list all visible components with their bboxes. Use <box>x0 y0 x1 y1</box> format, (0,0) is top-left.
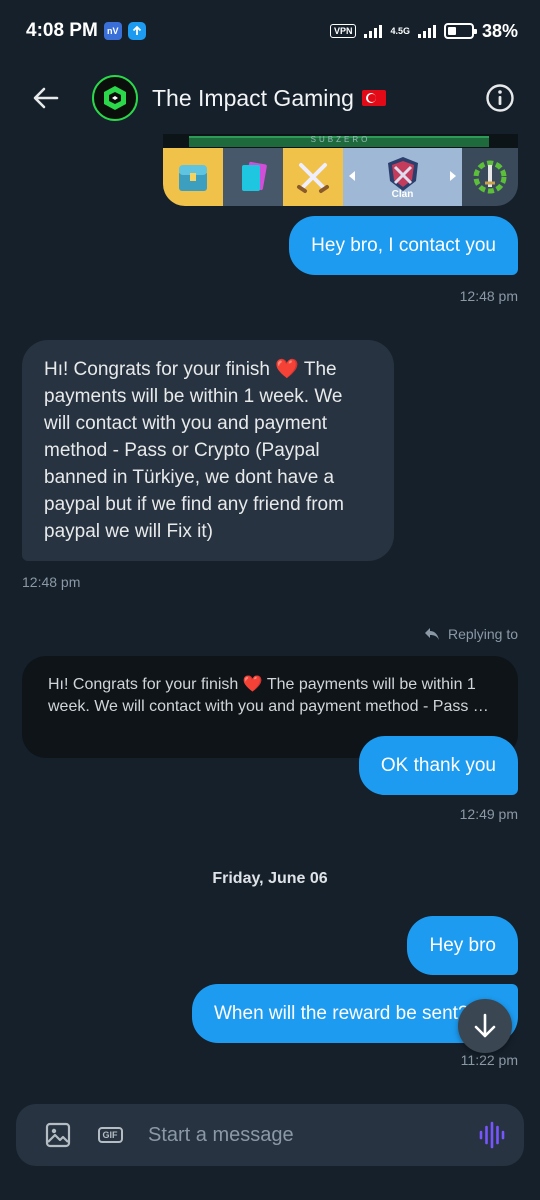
day-separator: Friday, June 06 <box>212 870 328 887</box>
battle-swords-icon <box>283 148 343 206</box>
status-time: 4:08 PM <box>26 20 98 41</box>
message-composer: GIF <box>16 1104 524 1166</box>
upload-notification-icon <box>127 22 146 40</box>
signal-icon <box>364 24 383 38</box>
message-text: When will the reward be sent? <box>214 1003 469 1024</box>
quoted-text-part1: Hı! Congrats for your finish <box>48 676 243 693</box>
message-timestamp: 12:48 pm <box>22 574 81 590</box>
status-indicators: VPN 4.5G 38% <box>329 20 518 42</box>
gaming-logo-icon <box>104 86 126 110</box>
voice-message-button[interactable] <box>478 1121 506 1149</box>
message-text-part1: Hı! Congrats for your finish <box>44 359 276 380</box>
heart-emoji-icon: ❤️ <box>275 359 299 380</box>
message-timestamp: 12:48 pm <box>459 288 518 304</box>
back-button[interactable] <box>30 82 62 114</box>
reply-icon <box>424 628 439 640</box>
message-timestamp: 11:22 pm <box>460 1052 518 1068</box>
avatar[interactable] <box>92 75 138 121</box>
tournament-laurel-icon <box>462 148 518 206</box>
info-icon <box>486 84 514 112</box>
signal-icon-2 <box>417 24 436 38</box>
game-strip-label: SUBZERO <box>310 135 371 144</box>
clan-label: Clan <box>391 188 414 200</box>
image-icon <box>45 1122 71 1148</box>
nv-notification-icon: nV <box>103 22 122 40</box>
message-text: OK thank you <box>380 755 496 776</box>
cards-icon <box>223 148 283 206</box>
message-input[interactable] <box>148 1123 478 1147</box>
scroll-to-bottom-button[interactable] <box>458 999 512 1053</box>
conversation-header: The Impact Gaming <box>0 62 540 134</box>
clan-tab: Clan <box>343 148 462 206</box>
voice-waveform-icon <box>479 1121 505 1149</box>
message-text: Hey bro, I contact you <box>311 235 496 256</box>
heart-emoji-icon: ❤️ <box>242 676 263 693</box>
battery-icon <box>443 23 477 39</box>
message-timestamp: 12:49 pm <box>459 806 518 822</box>
conversation-title[interactable]: The Impact Gaming <box>152 85 386 112</box>
game-strip-top: SUBZERO <box>163 134 518 148</box>
image-attach-button[interactable] <box>44 1121 72 1149</box>
message-bubble-outgoing[interactable]: OK thank you <box>358 736 518 795</box>
back-arrow-icon <box>33 87 59 109</box>
chest-icon <box>163 148 223 206</box>
gif-icon: GIF <box>97 1127 123 1143</box>
replying-to-indicator: Replying to <box>424 626 518 642</box>
info-button[interactable] <box>484 82 516 114</box>
gif-button[interactable]: GIF <box>96 1121 124 1149</box>
status-bar: 4:08 PM nV VPN 4.5G 38% <box>0 0 540 62</box>
battery-fill <box>447 27 457 35</box>
vpn-icon: VPN <box>329 24 357 38</box>
message-text: Hey bro <box>429 935 496 956</box>
turkey-flag-icon <box>361 90 386 106</box>
quoted-text: Hı! Congrats for your finish ❤️ The paym… <box>48 674 492 718</box>
clan-shield-icon <box>387 156 418 191</box>
conversation-name: The Impact Gaming <box>152 84 354 111</box>
message-text-part2: The payments will be within 1 week. We w… <box>44 359 344 542</box>
message-bubble-outgoing[interactable]: Hey bro <box>407 916 518 975</box>
message-bubble-incoming[interactable]: Hı! Congrats for your finish ❤️ The paym… <box>22 340 394 561</box>
message-bubble-outgoing[interactable]: Hey bro, I contact you <box>289 216 518 275</box>
battery-percent: 38% <box>481 20 518 41</box>
replying-to-label: Replying to <box>447 626 518 642</box>
arrow-down-icon <box>474 1013 496 1038</box>
shared-game-image[interactable]: SUBZERO Clan <box>163 134 518 206</box>
network-type-label: 4.5G <box>390 25 410 36</box>
